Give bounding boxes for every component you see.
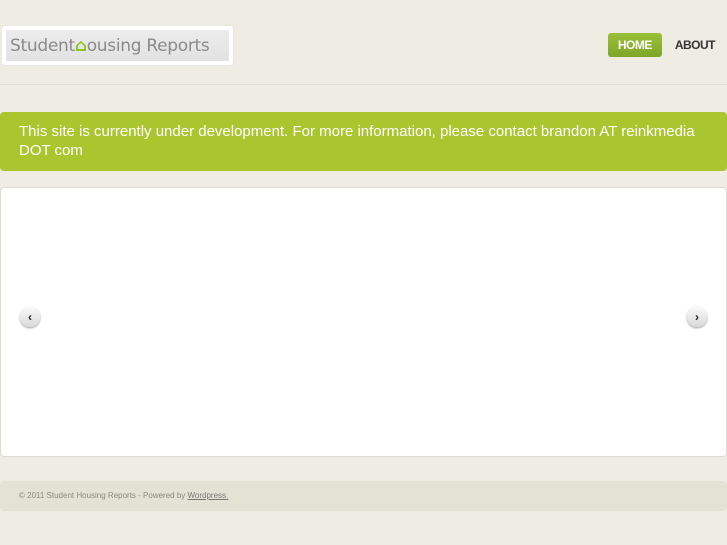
wordpress-link[interactable]: Wordpress. <box>188 491 229 500</box>
footer: © 2011 Student Housing Reports - Powered… <box>0 481 727 511</box>
footer-copyright: © 2011 Student Housing Reports - Powered… <box>19 491 188 500</box>
nav-about[interactable]: ABOUT <box>675 38 716 52</box>
header-divider <box>0 84 727 85</box>
house-icon: ⌂ <box>74 35 87 56</box>
slider-prev-button[interactable]: ‹ <box>20 307 40 327</box>
development-notice: This site is currently under development… <box>0 112 727 171</box>
logo-text: Student ⌂ ousing Reports <box>6 30 229 61</box>
main-nav: HOME ABOUT <box>607 33 716 57</box>
logo-word: Student <box>10 35 75 56</box>
slider-next-button[interactable]: › <box>687 307 707 327</box>
site-logo[interactable]: Student ⌂ ousing Reports <box>2 26 233 65</box>
logo-word: ousing Reports <box>86 35 210 56</box>
nav-home[interactable]: HOME <box>607 33 662 57</box>
image-slider: ‹ › <box>0 187 727 457</box>
